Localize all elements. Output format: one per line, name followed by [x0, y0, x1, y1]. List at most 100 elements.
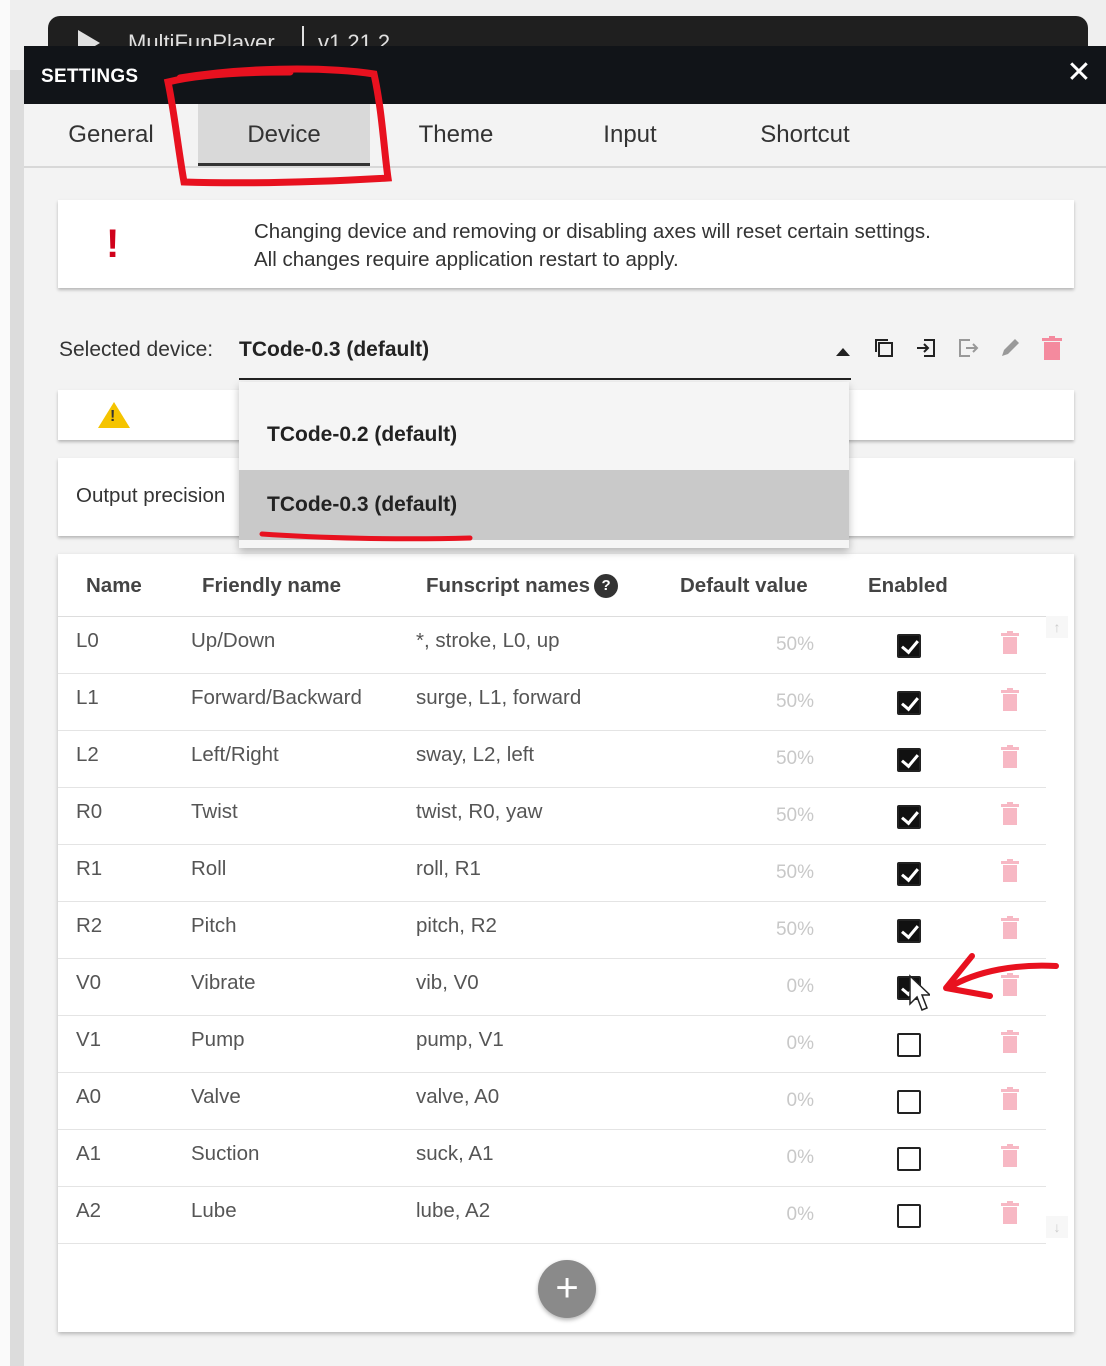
axis-enabled-checkbox[interactable]	[897, 919, 921, 943]
tab-general[interactable]: General	[52, 104, 170, 166]
axis-funscript-names[interactable]: sway, L2, left	[416, 743, 534, 767]
delete-axis-icon[interactable]	[1001, 688, 1019, 712]
tab-theme[interactable]: Theme	[396, 104, 516, 166]
tab-shortcut[interactable]: Shortcut	[742, 104, 868, 166]
axis-funscript-names[interactable]: pump, V1	[416, 1028, 504, 1052]
axis-enabled-checkbox[interactable]	[897, 748, 921, 772]
col-default-value[interactable]: Default value	[680, 574, 808, 598]
axis-default-value[interactable]: 50%	[754, 748, 814, 770]
delete-axis-icon[interactable]	[1001, 973, 1019, 997]
table-row: A1 Suction suck, A1 0%	[58, 1130, 1046, 1187]
axis-friendly-name[interactable]: Roll	[191, 857, 226, 881]
axis-enabled-checkbox[interactable]	[897, 1204, 921, 1228]
axis-friendly-name[interactable]: Pump	[191, 1028, 245, 1052]
delete-axis-icon[interactable]	[1001, 1087, 1019, 1111]
axis-funscript-names[interactable]: *, stroke, L0, up	[416, 629, 560, 653]
axis-funscript-names[interactable]: pitch, R2	[416, 914, 497, 938]
delete-axis-icon[interactable]	[1001, 1201, 1019, 1225]
delete-axis-icon[interactable]	[1001, 631, 1019, 655]
axis-friendly-name[interactable]: Suction	[191, 1142, 259, 1166]
delete-axis-icon[interactable]	[1001, 916, 1019, 940]
tab-device[interactable]: Device	[198, 104, 370, 166]
axis-enabled-checkbox[interactable]	[897, 862, 921, 886]
axis-default-value[interactable]: 0%	[754, 1204, 814, 1226]
col-enabled[interactable]: Enabled	[868, 574, 948, 598]
axis-funscript-names[interactable]: vib, V0	[416, 971, 479, 995]
axis-enabled-checkbox[interactable]	[897, 805, 921, 829]
axis-funscript-names[interactable]: lube, A2	[416, 1199, 490, 1223]
axis-default-value[interactable]: 50%	[754, 634, 814, 656]
scroll-down-icon[interactable]: ↓	[1046, 1216, 1068, 1238]
settings-dialog: SETTINGS ✕ General Device Theme Input Sh…	[24, 46, 1106, 1366]
table-row: A2 Lube lube, A2 0%	[58, 1187, 1046, 1244]
axes-table: Name Friendly name Funscript names? Defa…	[58, 554, 1074, 1332]
axis-name: A0	[76, 1085, 102, 1108]
delete-axis-icon[interactable]	[1001, 802, 1019, 826]
tab-input[interactable]: Input	[580, 104, 680, 166]
axis-funscript-names[interactable]: suck, A1	[416, 1142, 494, 1166]
col-funscript-names[interactable]: Funscript names?	[426, 574, 619, 598]
export-icon[interactable]	[956, 336, 980, 360]
axis-enabled-checkbox[interactable]	[897, 634, 921, 658]
axis-default-value[interactable]: 50%	[754, 691, 814, 713]
axis-enabled-checkbox[interactable]	[897, 1090, 921, 1114]
delete-axis-icon[interactable]	[1001, 1030, 1019, 1054]
device-option-tcode-02[interactable]: TCode-0.2 (default)	[239, 400, 849, 470]
window-shadow	[10, 70, 24, 1366]
axis-enabled-checkbox[interactable]	[897, 1033, 921, 1057]
axis-enabled-checkbox[interactable]	[897, 691, 921, 715]
axis-friendly-name[interactable]: Up/Down	[191, 629, 275, 653]
axis-friendly-name[interactable]: Vibrate	[191, 971, 256, 995]
axis-name: A2	[76, 1199, 102, 1222]
add-axis-button[interactable]: +	[538, 1260, 596, 1318]
axis-default-value[interactable]: 50%	[754, 862, 814, 884]
table-row: L0 Up/Down *, stroke, L0, up 50%	[58, 617, 1046, 674]
axis-default-value[interactable]: 0%	[754, 976, 814, 998]
table-row: R1 Roll roll, R1 50%	[58, 845, 1046, 902]
axis-friendly-name[interactable]: Left/Right	[191, 743, 279, 767]
edit-icon[interactable]	[998, 336, 1022, 360]
axis-funscript-names[interactable]: surge, L1, forward	[416, 686, 581, 710]
axis-default-value[interactable]: 50%	[754, 919, 814, 941]
axis-default-value[interactable]: 50%	[754, 805, 814, 827]
import-icon[interactable]	[914, 336, 938, 360]
axis-friendly-name[interactable]: Valve	[191, 1085, 241, 1109]
axis-funscript-names[interactable]: twist, R0, yaw	[416, 800, 542, 824]
delete-axis-icon[interactable]	[1001, 1144, 1019, 1168]
delete-axis-icon[interactable]	[1001, 859, 1019, 883]
axis-funscript-names[interactable]: valve, A0	[416, 1085, 499, 1109]
axis-friendly-name[interactable]: Forward/Backward	[191, 686, 362, 710]
col-friendly-name[interactable]: Friendly name	[202, 574, 341, 598]
axis-name: A1	[76, 1142, 102, 1165]
axis-default-value[interactable]: 0%	[754, 1033, 814, 1055]
axis-friendly-name[interactable]: Lube	[191, 1199, 237, 1223]
device-select[interactable]: TCode-0.3 (default)	[239, 338, 429, 362]
col-funscript-label: Funscript names	[426, 574, 591, 597]
selected-device-label: Selected device:	[59, 338, 214, 361]
axis-funscript-names[interactable]: roll, R1	[416, 857, 481, 881]
device-option-tcode-03[interactable]: TCode-0.3 (default)	[239, 470, 849, 540]
caret-up-icon[interactable]	[836, 348, 850, 356]
delete-device-icon[interactable]	[1040, 336, 1064, 360]
table-row: L2 Left/Right sway, L2, left 50%	[58, 731, 1046, 788]
axis-default-value[interactable]: 0%	[754, 1147, 814, 1169]
axis-name: L1	[76, 686, 99, 709]
axis-default-value[interactable]: 0%	[754, 1090, 814, 1112]
scroll-up-icon[interactable]: ↑	[1046, 616, 1068, 638]
help-icon[interactable]: ?	[594, 574, 619, 598]
col-name[interactable]: Name	[86, 574, 142, 598]
delete-axis-icon[interactable]	[1001, 745, 1019, 769]
axis-enabled-checkbox[interactable]	[897, 976, 921, 1000]
axis-name: V1	[76, 1028, 102, 1051]
close-button[interactable]: ✕	[1064, 58, 1094, 88]
info-text: Changing device and removing or disablin…	[254, 218, 931, 274]
axis-friendly-name[interactable]: Pitch	[191, 914, 237, 938]
table-row: V0 Vibrate vib, V0 0%	[58, 959, 1046, 1016]
clone-icon[interactable]	[872, 336, 896, 360]
axis-friendly-name[interactable]: Twist	[191, 800, 238, 824]
warning-mark: !	[110, 408, 116, 425]
table-row: A0 Valve valve, A0 0%	[58, 1073, 1046, 1130]
axis-enabled-checkbox[interactable]	[897, 1147, 921, 1171]
info-line-1: Changing device and removing or disablin…	[254, 220, 931, 243]
select-underline	[239, 378, 851, 380]
